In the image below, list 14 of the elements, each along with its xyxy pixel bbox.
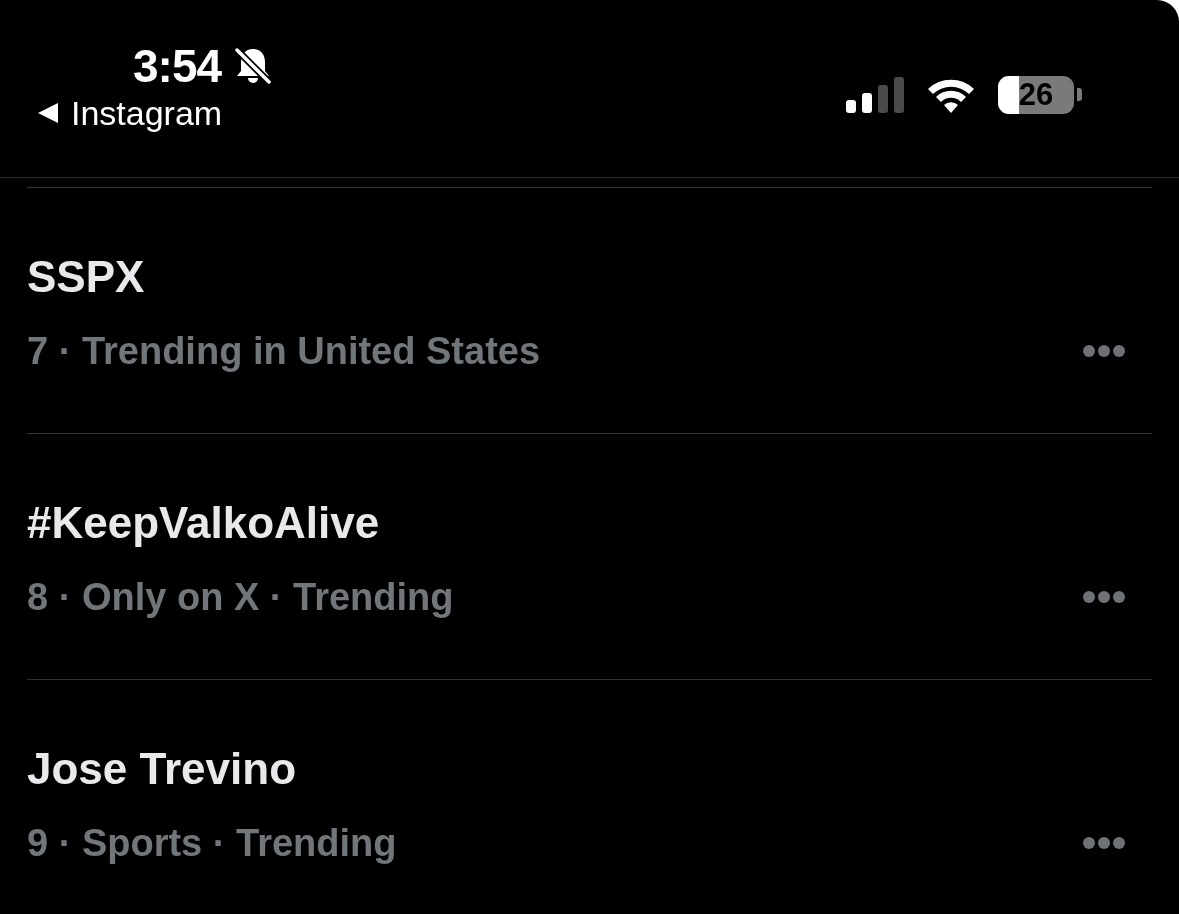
back-link[interactable]: Instagram: [38, 94, 274, 132]
battery-indicator: 26: [998, 75, 1082, 114]
trend-title: Jose Trevino: [27, 743, 296, 795]
back-triangle-icon: [38, 103, 58, 123]
more-icon[interactable]: [1083, 837, 1125, 849]
more-icon[interactable]: [1083, 345, 1125, 357]
more-icon[interactable]: [1083, 591, 1125, 603]
status-time: 3:54: [133, 40, 222, 92]
trend-meta: 9 · Sports · Trending: [27, 821, 397, 865]
trend-title: SSPX: [27, 251, 145, 303]
trend-title: #KeepValkoAlive: [27, 497, 380, 549]
signal-bars-icon: [846, 76, 904, 113]
trend-meta: 8 · Only on X · Trending: [27, 575, 454, 619]
trend-meta: 7 · Trending in United States: [27, 329, 541, 373]
